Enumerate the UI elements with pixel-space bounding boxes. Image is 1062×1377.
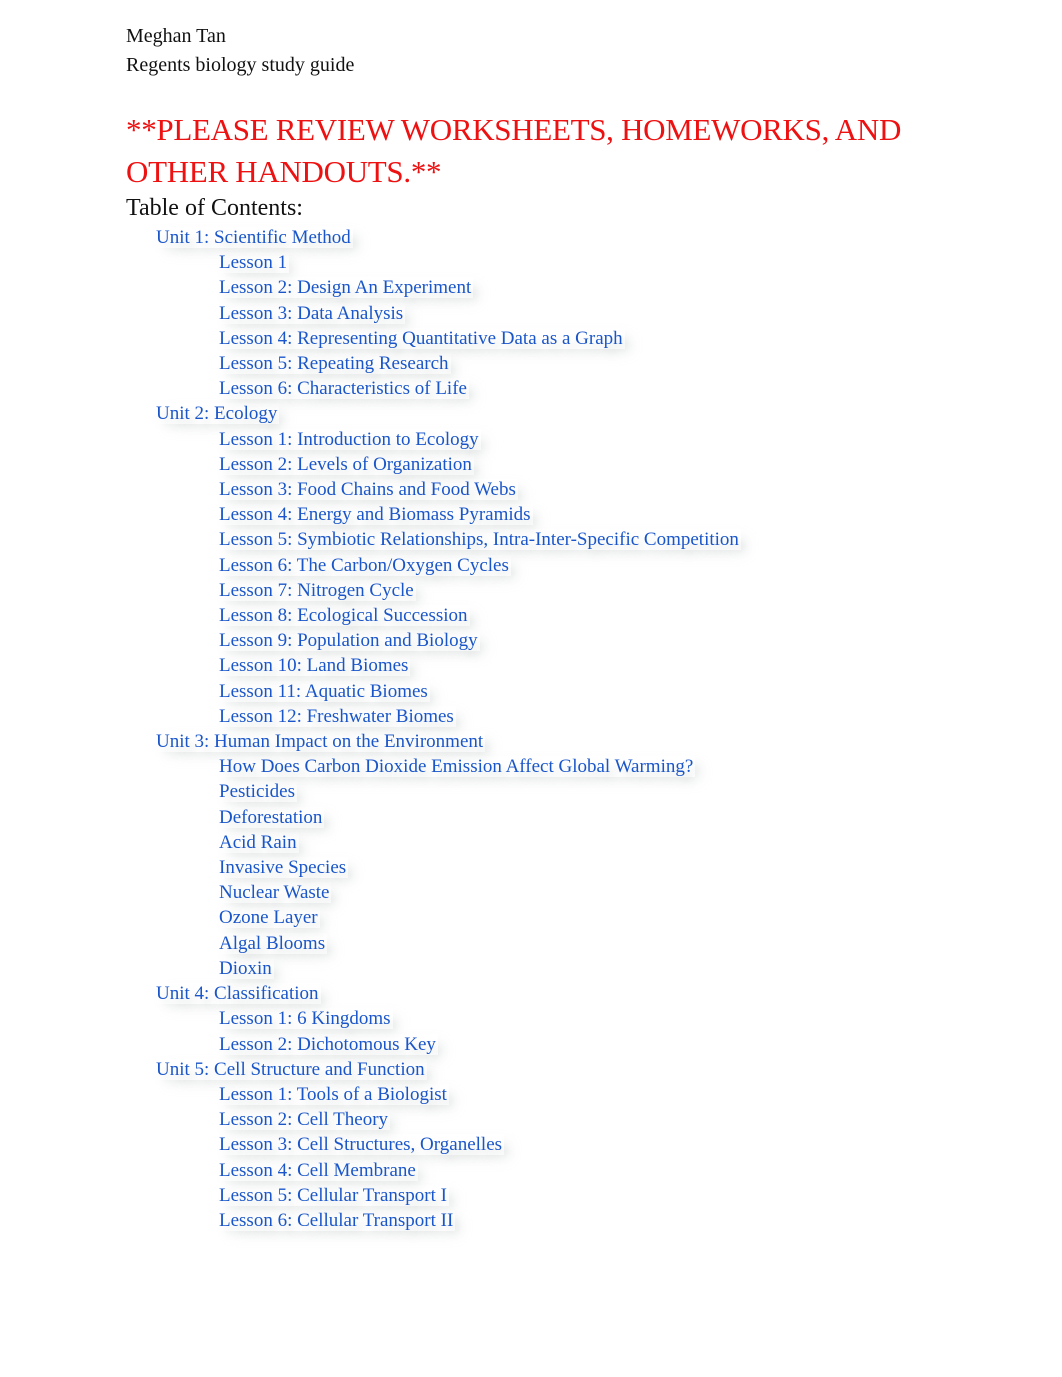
- toc-lesson-item: Lesson 6: Characteristics of Life: [126, 376, 946, 401]
- toc-lesson-item: Lesson 5: Symbiotic Relationships, Intra…: [126, 527, 946, 552]
- toc-lesson-item: Lesson 2: Design An Experiment: [126, 275, 946, 300]
- toc-lesson-item: Ozone Layer: [126, 905, 946, 930]
- toc-lesson-item: Lesson 3: Data Analysis: [126, 301, 946, 326]
- toc-lesson-item: Pesticides: [126, 779, 946, 804]
- toc-lesson-item: Lesson 1: Tools of a Biologist: [126, 1082, 946, 1107]
- toc-lesson-item: Lesson 3: Cell Structures, Organelles: [126, 1132, 946, 1157]
- toc-lesson-item: How Does Carbon Dioxide Emission Affect …: [126, 754, 946, 779]
- toc-lesson-link[interactable]: Lesson 4: Cell Membrane: [219, 1160, 418, 1181]
- toc-lesson-item: Lesson 1: [126, 250, 946, 275]
- toc-lesson-link[interactable]: Lesson 6: Characteristics of Life: [219, 378, 469, 399]
- toc-lesson-item: Lesson 10: Land Biomes: [126, 653, 946, 678]
- toc-lesson-link[interactable]: Lesson 4: Energy and Biomass Pyramids: [219, 504, 533, 525]
- toc-lesson-link[interactable]: Ozone Layer: [219, 907, 320, 928]
- toc-unit-link[interactable]: Unit 5: Cell Structure and Function: [156, 1059, 427, 1080]
- toc-lesson-link[interactable]: Lesson 2: Cell Theory: [219, 1109, 390, 1130]
- toc-lesson-link[interactable]: Lesson 1: [219, 252, 289, 273]
- toc-lesson-item: Invasive Species: [126, 855, 946, 880]
- toc-lesson-item: Acid Rain: [126, 830, 946, 855]
- toc-lesson-link[interactable]: Pesticides: [219, 781, 297, 802]
- toc-lesson-item: Lesson 2: Cell Theory: [126, 1107, 946, 1132]
- toc-lesson-link[interactable]: Lesson 6: The Carbon/Oxygen Cycles: [219, 555, 511, 576]
- toc-lesson-link[interactable]: Nuclear Waste: [219, 882, 331, 903]
- toc-unit-item: Unit 4: Classification: [126, 981, 946, 1006]
- toc-unit-link[interactable]: Unit 3: Human Impact on the Environment: [156, 731, 485, 752]
- toc-lesson-item: Lesson 1: Introduction to Ecology: [126, 427, 946, 452]
- toc-lesson-item: Algal Blooms: [126, 931, 946, 956]
- document-page: Meghan Tan Regents biology study guide *…: [126, 22, 946, 1233]
- toc-lesson-link[interactable]: Lesson 2: Design An Experiment: [219, 277, 473, 298]
- toc-lesson-item: Lesson 3: Food Chains and Food Webs: [126, 477, 946, 502]
- toc-unit-item: Unit 3: Human Impact on the Environment: [126, 729, 946, 754]
- toc-lesson-link[interactable]: Lesson 8: Ecological Succession: [219, 605, 470, 626]
- toc-unit-item: Unit 2: Ecology: [126, 401, 946, 426]
- toc-lesson-item: Lesson 5: Repeating Research: [126, 351, 946, 376]
- toc-lesson-link[interactable]: Lesson 9: Population and Biology: [219, 630, 480, 651]
- toc-lesson-link[interactable]: Lesson 4: Representing Quantitative Data…: [219, 328, 625, 349]
- toc-unit-item: Unit 1: Scientific Method: [126, 225, 946, 250]
- toc-lesson-link[interactable]: Lesson 1: Introduction to Ecology: [219, 429, 481, 450]
- toc-lesson-item: Lesson 6: The Carbon/Oxygen Cycles: [126, 553, 946, 578]
- toc-lesson-item: Lesson 7: Nitrogen Cycle: [126, 578, 946, 603]
- toc-lesson-link[interactable]: Lesson 1: 6 Kingdoms: [219, 1008, 393, 1029]
- toc-unit-item: Unit 5: Cell Structure and Function: [126, 1057, 946, 1082]
- review-notice: **PLEASE REVIEW WORKSHEETS, HOMEWORKS, A…: [126, 112, 902, 189]
- toc-lesson-link[interactable]: Lesson 3: Cell Structures, Organelles: [219, 1134, 504, 1155]
- document-title: Regents biology study guide: [126, 54, 355, 76]
- toc-lesson-item: Lesson 2: Dichotomous Key: [126, 1032, 946, 1057]
- toc-lesson-item: Lesson 12: Freshwater Biomes: [126, 704, 946, 729]
- toc-lesson-link[interactable]: Acid Rain: [219, 832, 299, 853]
- author-name: Meghan Tan: [126, 25, 226, 47]
- toc-lesson-item: Lesson 4: Representing Quantitative Data…: [126, 326, 946, 351]
- toc-lesson-item: Lesson 5: Cellular Transport I: [126, 1183, 946, 1208]
- toc-lesson-link[interactable]: Lesson 2: Dichotomous Key: [219, 1034, 438, 1055]
- toc-lesson-link[interactable]: Lesson 2: Levels of Organization: [219, 454, 474, 475]
- toc-lesson-link[interactable]: Algal Blooms: [219, 933, 327, 954]
- toc-lesson-link[interactable]: Lesson 5: Cellular Transport I: [219, 1185, 449, 1206]
- toc-lesson-link[interactable]: Lesson 5: Repeating Research: [219, 353, 451, 374]
- toc-lesson-link[interactable]: Dioxin: [219, 958, 274, 979]
- toc-lesson-item: Lesson 4: Energy and Biomass Pyramids: [126, 502, 946, 527]
- toc-lesson-item: Dioxin: [126, 956, 946, 981]
- toc-lesson-item: Lesson 2: Levels of Organization: [126, 452, 946, 477]
- table-of-contents: Unit 1: Scientific Method Lesson 1 Lesson …: [126, 225, 946, 1233]
- toc-lesson-item: Lesson 4: Cell Membrane: [126, 1158, 946, 1183]
- toc-lesson-item: Lesson 8: Ecological Succession: [126, 603, 946, 628]
- toc-lesson-link[interactable]: How Does Carbon Dioxide Emission Affect …: [219, 756, 695, 777]
- toc-lesson-item: Lesson 6: Cellular Transport II: [126, 1208, 946, 1233]
- toc-lesson-link[interactable]: Deforestation: [219, 807, 324, 828]
- toc-unit-link[interactable]: Unit 1: Scientific Method: [156, 227, 353, 248]
- toc-heading: Table of Contents:: [126, 195, 303, 221]
- toc-lesson-link[interactable]: Invasive Species: [219, 857, 348, 878]
- toc-lesson-item: Lesson 11: Aquatic Biomes: [126, 679, 946, 704]
- toc-lesson-link[interactable]: Lesson 7: Nitrogen Cycle: [219, 580, 416, 601]
- toc-lesson-link[interactable]: Lesson 1: Tools of a Biologist: [219, 1084, 449, 1105]
- toc-lesson-link[interactable]: Lesson 3: Food Chains and Food Webs: [219, 479, 518, 500]
- toc-lesson-link[interactable]: Lesson 6: Cellular Transport II: [219, 1210, 455, 1231]
- toc-lesson-link[interactable]: Lesson 10: Land Biomes: [219, 655, 410, 676]
- toc-lesson-item: Lesson 9: Population and Biology: [126, 628, 946, 653]
- toc-unit-link[interactable]: Unit 4: Classification: [156, 983, 321, 1004]
- toc-lesson-link[interactable]: Lesson 12: Freshwater Biomes: [219, 706, 456, 727]
- toc-unit-link[interactable]: Unit 2: Ecology: [156, 403, 279, 424]
- toc-lesson-item: Lesson 1: 6 Kingdoms: [126, 1006, 946, 1031]
- toc-lesson-link[interactable]: Lesson 11: Aquatic Biomes: [219, 681, 430, 702]
- toc-lesson-link[interactable]: Lesson 3: Data Analysis: [219, 303, 405, 324]
- toc-lesson-link[interactable]: Lesson 5: Symbiotic Relationships, Intra…: [219, 529, 741, 550]
- toc-lesson-item: Nuclear Waste: [126, 880, 946, 905]
- toc-lesson-item: Deforestation: [126, 805, 946, 830]
